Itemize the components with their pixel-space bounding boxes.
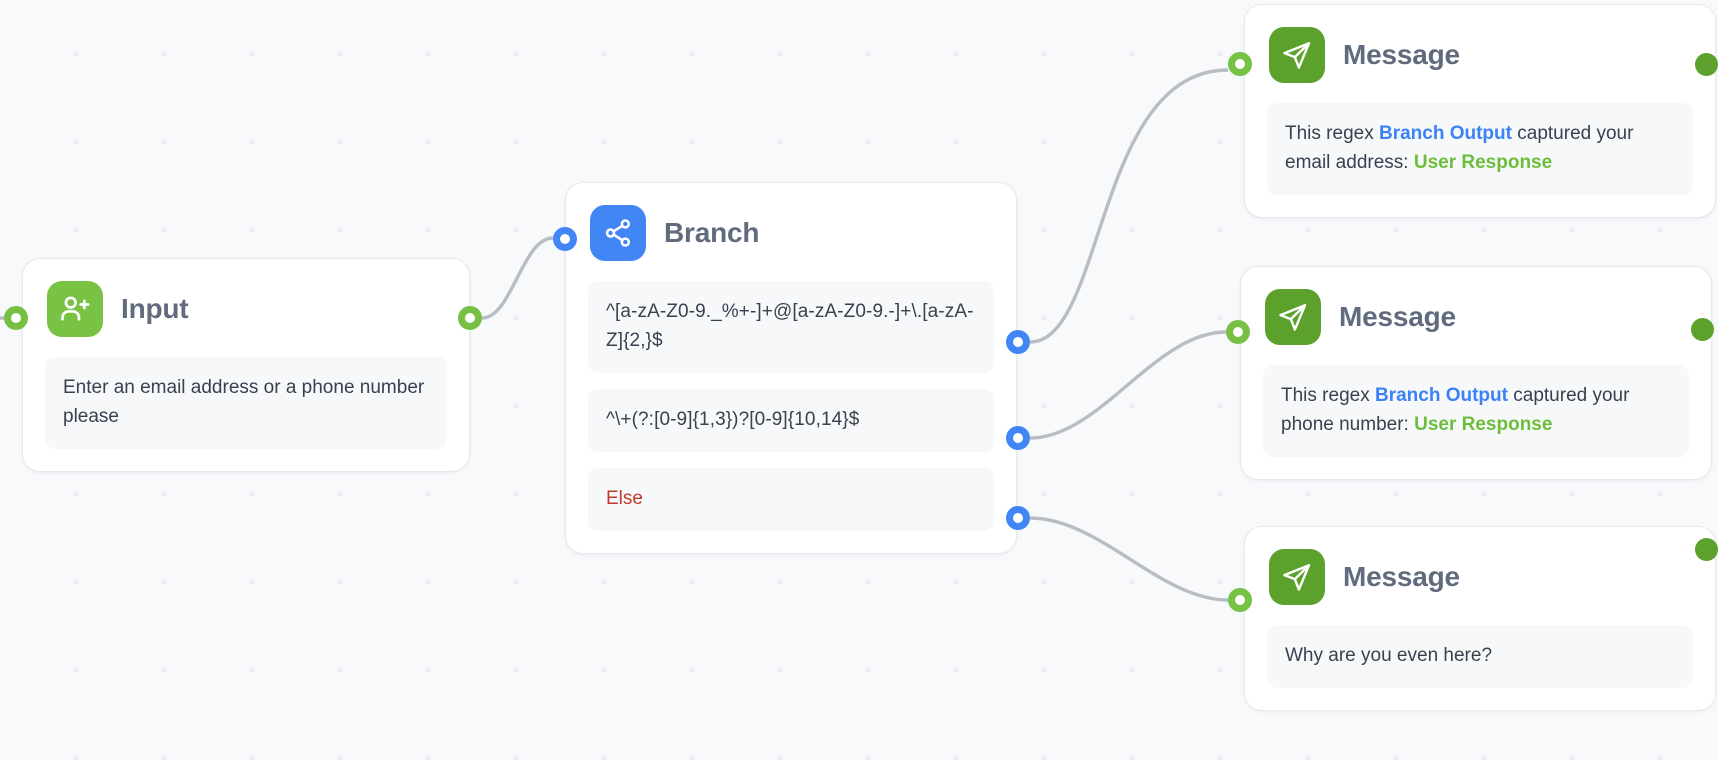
node-message-2-title: Message [1339,301,1456,332]
message-2-variable-user-response[interactable]: User Response [1414,414,1552,435]
edge-branch2-to-message2 [1029,330,1227,440]
port-branch-in[interactable] [553,227,577,251]
node-branch-body: ^[a-zA-Z0-9._%+-]+@[a-zA-Z0-9.-]+\.[a-zA… [566,267,1016,553]
send-icon [1269,27,1325,83]
message-2-text-field[interactable]: This regex Branch Output captured your p… [1263,365,1689,457]
message-2-variable-branch-output[interactable]: Branch Output [1375,385,1508,406]
edge-branch3-to-message3 [1029,516,1229,602]
message-1-part-plain-1: This regex [1285,123,1379,144]
port-message-2-in[interactable] [1226,320,1250,344]
flow-canvas[interactable]: Input Enter an email address or a phone … [0,0,1718,760]
node-message-3[interactable]: Message Why are you even here? [1244,526,1716,711]
message-1-variable-branch-output[interactable]: Branch Output [1379,123,1512,144]
port-message-3-in[interactable] [1228,588,1252,612]
port-message-2-out[interactable] [1691,318,1714,341]
port-message-1-in[interactable] [1228,52,1252,76]
node-message-2-body: This regex Branch Output captured your p… [1241,351,1711,479]
node-message-1-body: This regex Branch Output captured your e… [1245,89,1715,217]
node-message-2-header: Message [1241,267,1711,351]
port-branch-out-3[interactable] [1006,506,1030,530]
port-branch-out-1[interactable] [1006,330,1030,354]
node-input-body: Enter an email address or a phone number… [23,343,469,471]
node-input-header: Input [23,259,469,343]
edge-input-to-branch [481,236,554,320]
input-prompt-field[interactable]: Enter an email address or a phone number… [45,357,447,449]
node-message-2[interactable]: Message This regex Branch Output capture… [1240,266,1712,480]
node-message-1-title: Message [1343,39,1460,70]
port-message-1-out[interactable] [1695,53,1718,76]
node-message-3-header: Message [1245,527,1715,611]
branch-condition-phone[interactable]: ^\+(?:[0-9]{1,3})?[0-9]{10,14}$ [588,388,994,452]
node-input[interactable]: Input Enter an email address or a phone … [22,258,470,472]
send-icon [1265,289,1321,345]
message-3-text-field[interactable]: Why are you even here? [1267,625,1693,688]
share-nodes-icon [590,205,646,261]
branch-condition-email[interactable]: ^[a-zA-Z0-9._%+-]+@[a-zA-Z0-9.-]+\.[a-zA… [588,281,994,373]
node-message-3-body: Why are you even here? [1245,611,1715,710]
node-message-1[interactable]: Message This regex Branch Output capture… [1244,4,1716,218]
message-2-part-plain-1: This regex [1281,385,1375,406]
node-branch-title: Branch [664,217,760,248]
message-1-variable-user-response[interactable]: User Response [1414,152,1552,173]
branch-condition-else[interactable]: Else [588,467,994,531]
person-add-icon [47,281,103,337]
send-icon [1269,549,1325,605]
node-input-title: Input [121,293,189,324]
node-branch[interactable]: Branch ^[a-zA-Z0-9._%+-]+@[a-zA-Z0-9.-]+… [565,182,1017,554]
node-message-3-title: Message [1343,561,1460,592]
edge-branch1-to-message1 [1029,68,1229,344]
node-branch-header: Branch [566,183,1016,267]
port-input-in[interactable] [4,306,28,330]
port-input-out[interactable] [458,306,482,330]
port-branch-out-2[interactable] [1006,426,1030,450]
node-message-1-header: Message [1245,5,1715,89]
port-message-3-out[interactable] [1695,538,1718,561]
message-1-text-field[interactable]: This regex Branch Output captured your e… [1267,103,1693,195]
